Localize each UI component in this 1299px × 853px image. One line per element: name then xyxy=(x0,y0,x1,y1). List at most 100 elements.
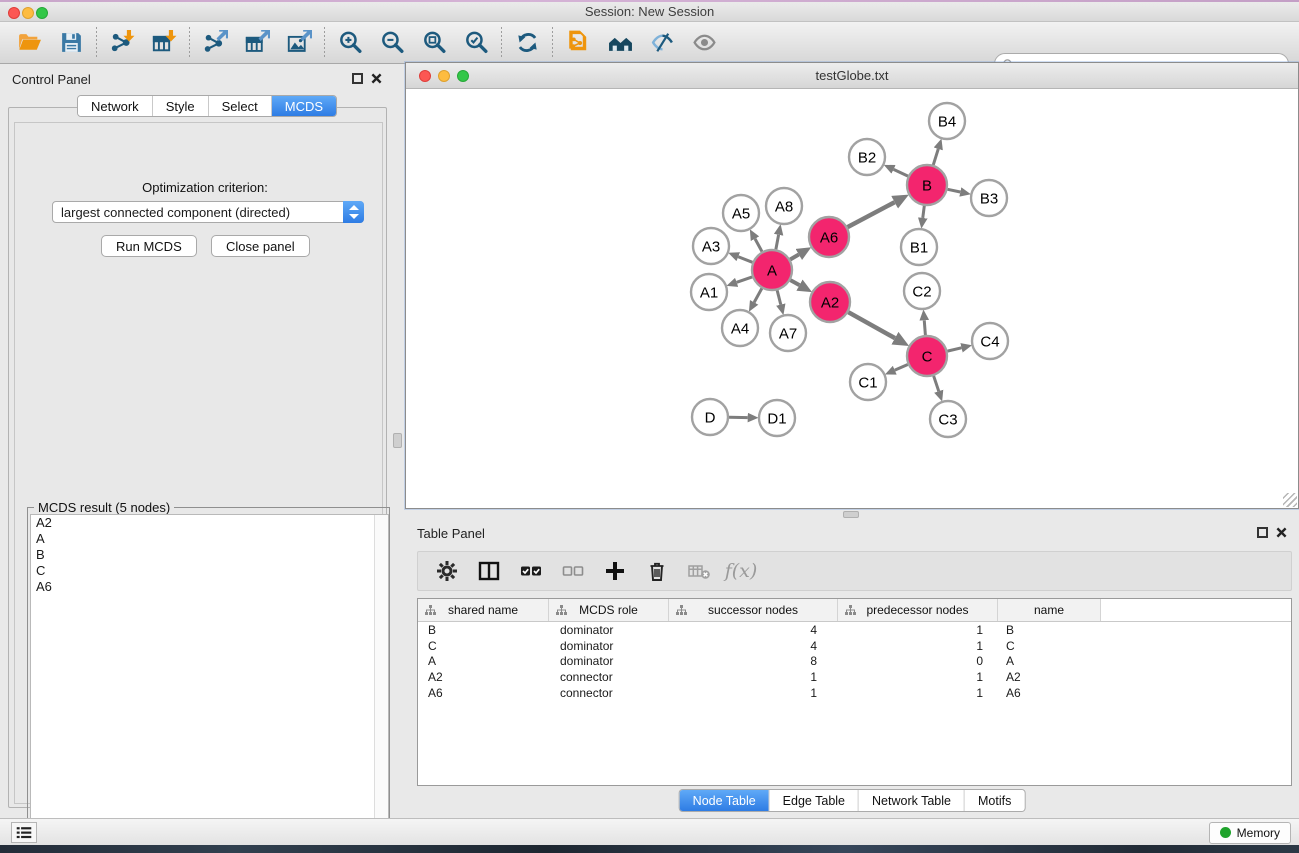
node-C1[interactable]: C1 xyxy=(850,364,886,400)
column-layout-button[interactable] xyxy=(470,554,508,588)
tab-motifs[interactable]: Motifs xyxy=(965,790,1024,811)
close-table-panel-icon[interactable] xyxy=(1276,527,1287,538)
result-item[interactable]: A2 xyxy=(31,515,388,531)
hide-details-button[interactable] xyxy=(641,24,683,62)
edge-A-A2[interactable] xyxy=(790,280,799,285)
zoom-traffic-light[interactable] xyxy=(36,7,48,19)
mcds-result-list[interactable]: A2ABCA6 xyxy=(30,514,389,843)
table-cell[interactable]: B xyxy=(998,622,1101,638)
column-header-name[interactable]: name xyxy=(998,599,1101,621)
table-cell[interactable]: A xyxy=(418,653,549,669)
edge-B-B3[interactable] xyxy=(948,189,961,192)
tab-select[interactable]: Select xyxy=(209,96,272,116)
network-from-selection-button[interactable] xyxy=(557,24,599,62)
node-A4[interactable]: A4 xyxy=(722,310,758,346)
open-session-button[interactable] xyxy=(8,24,50,62)
edge-C-C4[interactable] xyxy=(947,348,961,351)
tab-network-table[interactable]: Network Table xyxy=(859,790,965,811)
column-header-MCDS-role[interactable]: MCDS role xyxy=(549,599,669,621)
result-list-scrollbar[interactable] xyxy=(374,515,388,842)
table-cell[interactable]: C xyxy=(418,638,549,654)
edge-A-A8[interactable] xyxy=(776,235,779,250)
window-resize-grip[interactable] xyxy=(1283,493,1297,507)
node-D1[interactable]: D1 xyxy=(759,400,795,436)
node-B1[interactable]: B1 xyxy=(901,229,937,265)
table-cell[interactable]: A2 xyxy=(418,669,549,685)
node-A3[interactable]: A3 xyxy=(693,228,729,264)
show-details-button[interactable] xyxy=(683,24,725,62)
table-row[interactable]: Cdominator41C xyxy=(418,638,1291,654)
table-cell[interactable]: 1 xyxy=(838,669,998,685)
tab-edge-table[interactable]: Edge Table xyxy=(770,790,859,811)
delete-table-button[interactable] xyxy=(680,554,718,588)
edge-A-A4[interactable] xyxy=(754,288,762,302)
edge-A-A3[interactable] xyxy=(738,257,752,263)
edge-A-A1[interactable] xyxy=(737,277,753,282)
table-cell[interactable]: dominator xyxy=(549,638,669,654)
node-C[interactable]: C xyxy=(907,336,947,376)
edge-B-B2[interactable] xyxy=(894,169,908,176)
column-header-successor-nodes[interactable]: successor nodes xyxy=(669,599,838,621)
table-cell[interactable]: connector xyxy=(549,669,669,685)
table-cell[interactable]: dominator xyxy=(549,622,669,638)
zoom-fit-button[interactable] xyxy=(413,24,455,62)
network-close-traffic-light[interactable] xyxy=(419,70,431,82)
optimization-criterion-dropdown[interactable]: largest connected component (directed) xyxy=(52,201,364,223)
task-history-button[interactable] xyxy=(11,822,37,843)
result-item[interactable]: A xyxy=(31,531,388,547)
column-header-predecessor-nodes[interactable]: predecessor nodes xyxy=(838,599,998,621)
table-row[interactable]: Adominator80A xyxy=(418,653,1291,669)
node-B4[interactable]: B4 xyxy=(929,103,965,139)
select-all-check-button[interactable] xyxy=(512,554,550,588)
table-cell[interactable]: A2 xyxy=(998,669,1101,685)
edge-B-B4[interactable] xyxy=(933,149,938,165)
table-cell[interactable]: 1 xyxy=(669,685,838,701)
close-panel-button[interactable]: Close panel xyxy=(211,235,310,257)
function-builder-button[interactable]: f(x) xyxy=(722,554,760,588)
table-cell[interactable]: A6 xyxy=(998,685,1101,701)
refresh-button[interactable] xyxy=(506,24,548,62)
node-C3[interactable]: C3 xyxy=(930,401,966,437)
table-cell[interactable]: C xyxy=(998,638,1101,654)
table-cell[interactable]: 1 xyxy=(838,685,998,701)
node-B3[interactable]: B3 xyxy=(971,180,1007,216)
node-A5[interactable]: A5 xyxy=(723,195,759,231)
edge-C-C1[interactable] xyxy=(895,364,908,370)
edge-B-B1[interactable] xyxy=(923,206,925,218)
network-window-titlebar[interactable]: testGlobe.txt xyxy=(406,63,1298,89)
edge-C-C2[interactable] xyxy=(924,320,925,335)
home-button[interactable] xyxy=(599,24,641,62)
node-A[interactable]: A xyxy=(752,250,792,290)
table-cell[interactable]: 4 xyxy=(669,622,838,638)
table-row[interactable]: A6connector11A6 xyxy=(418,685,1291,701)
table-cell[interactable]: 4 xyxy=(669,638,838,654)
network-zoom-traffic-light[interactable] xyxy=(457,70,469,82)
result-item[interactable]: A6 xyxy=(31,579,388,595)
export-table-button[interactable] xyxy=(236,24,278,62)
edge-A2-C[interactable] xyxy=(848,312,895,338)
network-graph[interactable]: AA1A2A3A4A5A6A7A8BB1B2B3B4CC1C2C3C4DD1 xyxy=(406,89,1298,508)
horizontal-splitter-handle[interactable] xyxy=(843,511,859,518)
node-B[interactable]: B xyxy=(907,165,947,205)
result-item[interactable]: B xyxy=(31,547,388,563)
table-cell[interactable]: 1 xyxy=(669,669,838,685)
delete-column-button[interactable] xyxy=(638,554,676,588)
close-panel-icon[interactable] xyxy=(371,73,382,84)
zoom-selected-button[interactable] xyxy=(455,24,497,62)
node-A6[interactable]: A6 xyxy=(809,217,849,257)
node-D[interactable]: D xyxy=(692,399,728,435)
table-cell[interactable]: 1 xyxy=(838,622,998,638)
edge-A-A5[interactable] xyxy=(755,239,762,252)
table-cell[interactable]: dominator xyxy=(549,653,669,669)
edge-A-A7[interactable] xyxy=(777,290,781,304)
network-canvas[interactable]: AA1A2A3A4A5A6A7A8BB1B2B3B4CC1C2C3C4DD1 xyxy=(406,89,1298,508)
add-column-button[interactable] xyxy=(596,554,634,588)
run-mcds-button[interactable]: Run MCDS xyxy=(101,235,197,257)
table-cell[interactable]: 8 xyxy=(669,653,838,669)
table-cell[interactable]: 0 xyxy=(838,653,998,669)
column-header-shared-name[interactable]: shared name xyxy=(418,599,549,621)
edge-A6-B[interactable] xyxy=(848,202,895,227)
table-cell[interactable]: A6 xyxy=(418,685,549,701)
import-network-button[interactable] xyxy=(101,24,143,62)
float-panel-icon[interactable] xyxy=(352,73,363,84)
